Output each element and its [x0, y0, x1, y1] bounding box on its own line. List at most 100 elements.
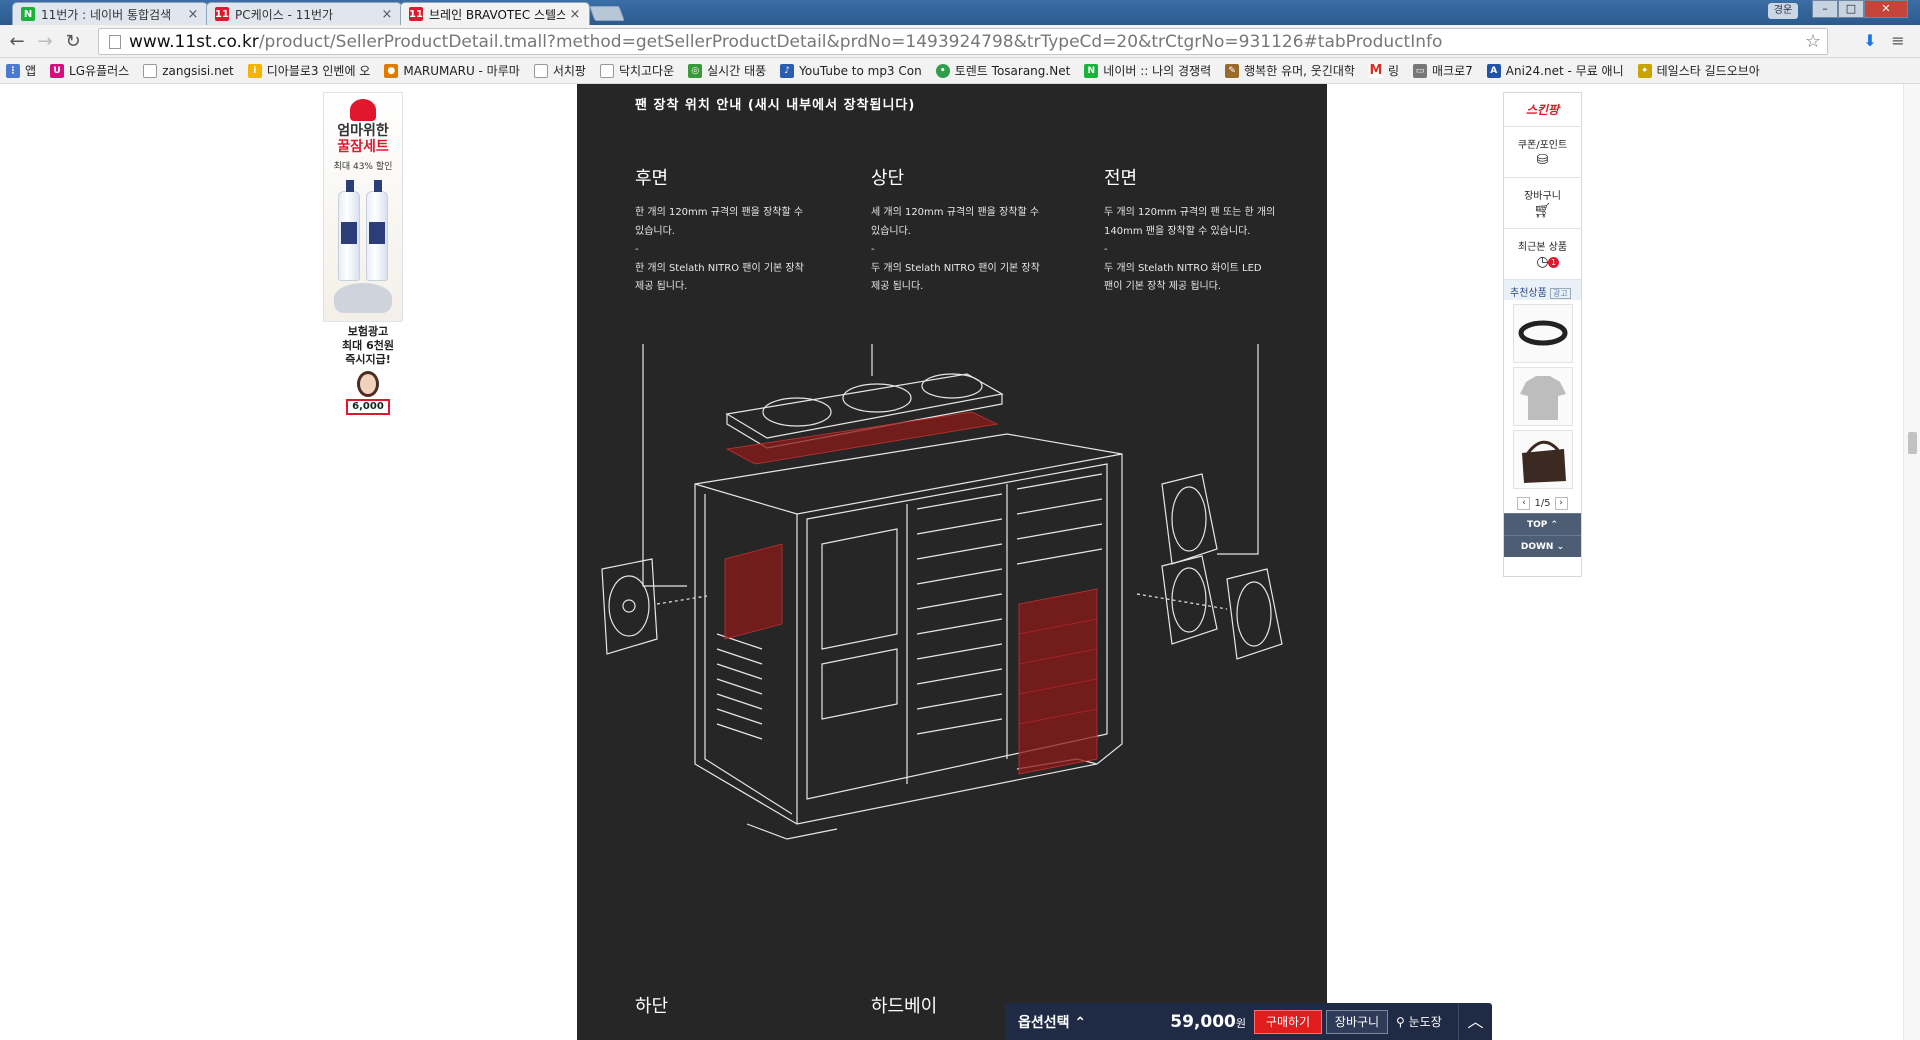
bookmark-tosarang[interactable]: • 토렌트 Tosarang.Net — [935, 62, 1070, 79]
bookmark-lg-uplus[interactable]: U LG유플러스 — [50, 62, 129, 79]
bookmark-searchpang[interactable]: 서치팡 — [533, 62, 586, 79]
tab-pc-case[interactable]: 11 PC케이스 - 11번가 × — [206, 2, 402, 25]
bookmark-label: 테일스타 길드오브아 — [1656, 64, 1760, 78]
quick-menu: 스킨팡 쿠폰/포인트 ⛁ 장바구니 🛒︎ 최근본 상품 ◷ 1 추천상품 광고 … — [1503, 92, 1582, 577]
typhoon-icon: ◎ — [688, 63, 703, 78]
option-select-label: 옵션선택 — [1018, 1014, 1070, 1031]
tales-icon: ✦ — [1637, 63, 1652, 78]
11st-icon: 11 — [409, 7, 423, 21]
hdd-bay-title: 하드베이 — [871, 996, 938, 1017]
forward-arrow-icon[interactable]: → — [34, 31, 56, 53]
maximize-button[interactable]: □ — [1838, 0, 1864, 18]
promo-line1: 엄마위한 — [337, 123, 389, 139]
desc-line: - — [635, 244, 639, 255]
bookmarks-bar: ⋮ 앱 U LG유플러스 zangsisi.net i 디아블로3 인벤에 오 ● MA… — [0, 58, 1920, 84]
next-arrow-icon[interactable]: › — [1554, 496, 1568, 510]
quick-menu-logo[interactable]: 스킨팡 — [1504, 93, 1581, 127]
lg-uplus-icon: U — [50, 63, 65, 78]
menu-icon[interactable]: ≡ — [1888, 31, 1908, 51]
currency-unit: 원 — [1235, 1016, 1246, 1030]
ad-tag: 광고 — [1550, 288, 1571, 299]
bookmark-label: 앱 — [25, 64, 37, 78]
bookmark-youtube-mp3[interactable]: ♪ YouTube to mp3 Con — [780, 63, 922, 78]
mp3-icon: ♪ — [780, 63, 795, 78]
close-tab-icon[interactable]: × — [187, 7, 199, 22]
sleeping-baby-image — [334, 283, 392, 313]
bookmark-inven[interactable]: i 디아블로3 인벤에 오 — [247, 62, 371, 79]
tab-bravotec-product[interactable]: 11 브레인 BRAVOTEC 스텔스 × — [400, 2, 590, 25]
cart-link[interactable]: 장바구니 🛒︎ — [1504, 178, 1581, 229]
wishlist-button[interactable]: ⚲ 눈도장 — [1396, 1013, 1456, 1030]
bookmark-gmail[interactable]: M링 — [1368, 62, 1399, 79]
bookmark-label: 실시간 태풍 — [707, 64, 767, 78]
new-tab-button[interactable] — [589, 6, 625, 21]
download-extension-icon[interactable]: ⬇ — [1860, 31, 1880, 51]
recommended-product-bag[interactable] — [1512, 430, 1573, 489]
bookmark-label: 링 — [1387, 64, 1399, 78]
bookmark-naver[interactable]: N 네이버 :: 나의 경쟁력 — [1084, 62, 1211, 79]
desc-line: 두 개의 Stelath NITRO 팬이 기본 장착 — [871, 262, 1040, 274]
close-tab-icon[interactable]: × — [569, 7, 581, 22]
bookmark-marumaru[interactable]: ● MARUMARU - 마루마 — [384, 62, 520, 79]
bookmark-label: zangsisi.net — [162, 63, 234, 78]
gmail-icon: M — [1368, 62, 1383, 78]
bookmark-label: 닥치고다운 — [618, 64, 675, 78]
promo-banner-ad[interactable]: 엄마위한 꿀잠세트 최대 43% 할인 — [323, 92, 403, 322]
bookmark-dakchigo[interactable]: 닥치고다운 — [599, 62, 675, 79]
tab-label: PC케이스 - 11번가 — [235, 7, 334, 22]
scroll-down-button[interactable]: DOWN ⌄ — [1504, 535, 1581, 557]
quick-logo-text: 스킨팡 — [1525, 103, 1560, 117]
option-select-toggle[interactable]: 옵션선택 ⌃ — [1018, 1012, 1158, 1032]
close-tab-icon[interactable]: × — [381, 7, 393, 22]
recent-viewed-link[interactable]: 최근본 상품 ◷ 1 — [1504, 229, 1581, 280]
coupon-point-link[interactable]: 쿠폰/포인트 ⛁ — [1504, 127, 1581, 178]
pager-text: 1/5 — [1534, 497, 1551, 509]
recent-viewed-label: 최근본 상품 — [1517, 242, 1568, 253]
floating-order-bar: 옵션선택 ⌃ 59,000원 구매하기 장바구니 ⚲ 눈도장 ︿ — [1005, 1003, 1492, 1040]
close-window-button[interactable]: ✕ — [1864, 0, 1908, 18]
buy-now-button[interactable]: 구매하기 — [1254, 1009, 1322, 1034]
profile-badge[interactable]: 경운 — [1768, 3, 1798, 19]
address-bar[interactable]: www.11st.co.kr/product/SellerProductDeta… — [98, 28, 1828, 55]
bookmark-zangsisi[interactable]: zangsisi.net — [143, 63, 234, 78]
bookmark-star-icon[interactable]: ☆ — [1805, 31, 1821, 52]
rear-description: 한 개의 120mm 규격의 팬을 장착할 수 있습니다. - 한 개의 Ste… — [635, 204, 815, 297]
back-arrow-icon[interactable]: ← — [6, 31, 28, 53]
bookmark-humor[interactable]: ✎ 행복한 유머, 웃긴대학 — [1225, 62, 1355, 79]
desc-line: 한 개의 120mm 규격의 팬을 장착할 수 — [635, 207, 804, 218]
collapse-bar-button[interactable]: ︿ — [1458, 1003, 1492, 1040]
bookmark-label: 서치팡 — [552, 64, 586, 78]
scroll-top-button[interactable]: TOP ⌃ — [1504, 513, 1581, 535]
insurance-ad[interactable]: 보험광고 최대 6천원 즉시지급! 6,000 — [333, 325, 403, 425]
add-to-cart-button[interactable]: 장바구니 — [1326, 1009, 1388, 1034]
reload-icon[interactable]: ↻ — [62, 31, 84, 53]
prev-arrow-icon[interactable]: ‹ — [1517, 496, 1531, 510]
recommend-pager: ‹ 1/5 › — [1504, 493, 1581, 513]
product-detail-image: 팬 장착 위치 안내 (새시 내부에서 장착됩니다) 후면 한 개의 120mm… — [577, 84, 1327, 1040]
desc-line: 제공 됩니다. — [871, 281, 924, 292]
bookmark-label: LG유플러스 — [69, 64, 130, 78]
bookmark-talesstar[interactable]: ✦ 테일스타 길드오브아 — [1637, 62, 1760, 79]
page-icon — [143, 63, 158, 78]
browser-title-bar: N 11번가 : 네이버 통합검색 × 11 PC케이스 - 11번가 × 11… — [0, 0, 1920, 25]
bookmark-label: Ani24.net - 무료 애니 — [1505, 64, 1624, 78]
lotion-bottle-image — [338, 180, 360, 281]
url-text[interactable]: www.11st.co.kr/product/SellerProductDeta… — [129, 32, 1442, 52]
desc-line: 있습니다. — [871, 225, 911, 237]
desc-line: 두 개의 120mm 규격의 팬 또는 한 개의 — [1104, 207, 1276, 218]
page-scrollbar[interactable] — [1903, 84, 1920, 1040]
humor-icon: ✎ — [1225, 63, 1240, 78]
bookmark-ani24[interactable]: A Ani24.net - 무료 애니 — [1486, 62, 1624, 79]
scrollbar-thumb[interactable] — [1908, 432, 1917, 454]
tab-naver-search[interactable]: N 11번가 : 네이버 통합검색 × — [12, 2, 208, 25]
bookmark-macro7[interactable]: ▭ 매크로7 — [1413, 62, 1473, 79]
naver-n-icon: N — [21, 7, 35, 21]
minimize-button[interactable]: – — [1812, 0, 1838, 18]
bookmark-label: 디아블로3 인벤에 오 — [266, 64, 371, 78]
recommended-product-tshirt[interactable] — [1512, 367, 1573, 426]
insurance-line1: 보험광고 — [347, 325, 389, 338]
chevron-up-icon: ⌃ — [1074, 1014, 1087, 1031]
recommended-product-bracelet[interactable] — [1512, 304, 1573, 363]
bookmark-typhoon[interactable]: ◎ 실시간 태풍 — [688, 62, 766, 79]
bookmark-apps[interactable]: ⋮ 앱 — [6, 62, 36, 79]
